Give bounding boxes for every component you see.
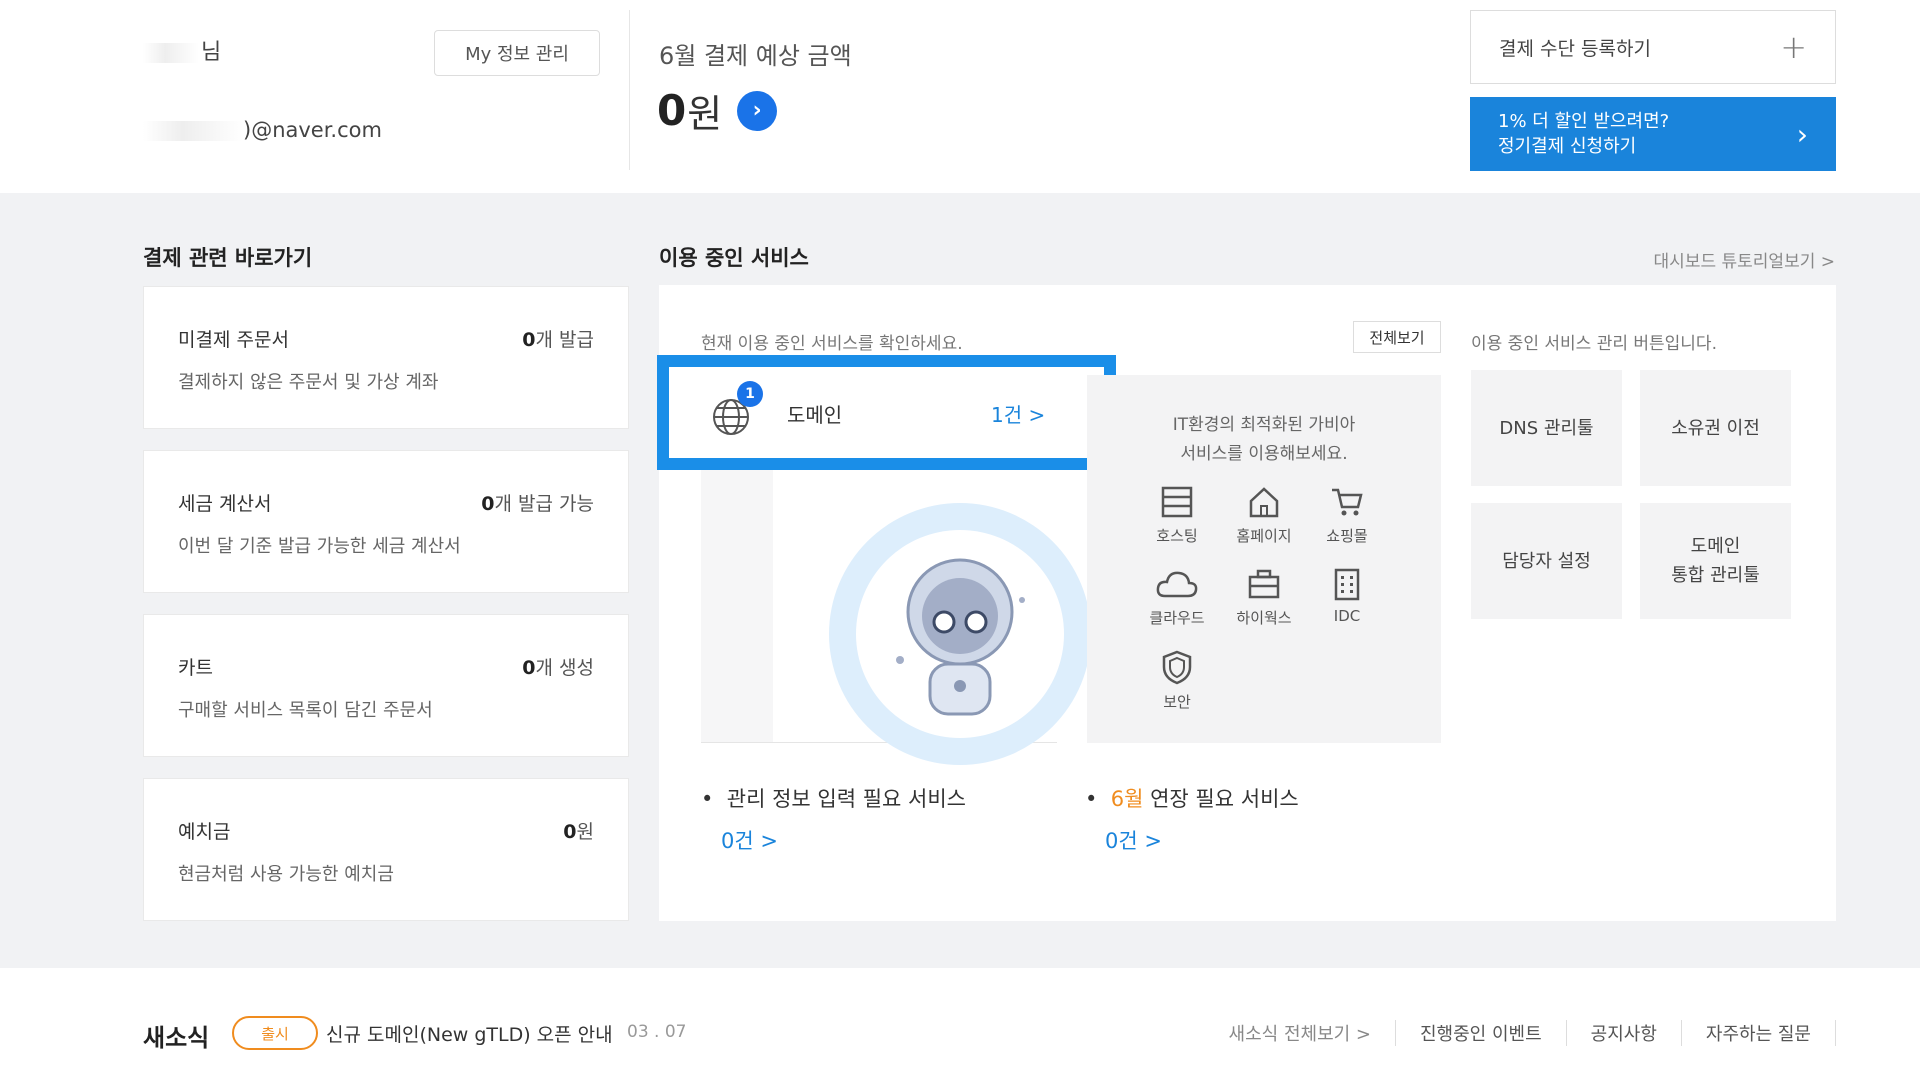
cloud-icon bbox=[1156, 571, 1198, 598]
card-deposit[interactable]: 예치금 0원 현금처럼 사용 가능한 예치금 bbox=[143, 778, 629, 921]
domain-label: 도메인 bbox=[787, 403, 843, 427]
briefcase-icon bbox=[1248, 569, 1280, 599]
redacted-email bbox=[143, 121, 243, 141]
discount-line-2: 정기결제 신청하기 bbox=[1498, 136, 1637, 157]
card-desc: 이번 달 기준 발급 가능한 세금 계산서 bbox=[178, 536, 461, 557]
subscription-discount-button[interactable]: 1% 더 할인 받으려면? 정기결제 신청하기 › bbox=[1470, 97, 1836, 171]
service-idc[interactable]: IDC bbox=[1307, 567, 1387, 625]
notices-link[interactable]: 공지사항 bbox=[1567, 1020, 1682, 1046]
dns-management-button[interactable]: DNS 관리툴 bbox=[1471, 370, 1622, 486]
info-required-count-link[interactable]: 0건 > bbox=[721, 825, 966, 855]
hosting-icon bbox=[1161, 486, 1193, 518]
shortcuts-title: 결제 관련 바로가기 bbox=[143, 246, 313, 270]
astronaut-icon bbox=[896, 558, 1025, 716]
management-hint: 이용 중인 서비스 관리 버튼입니다. bbox=[1471, 334, 1717, 354]
astronaut-mascot-image bbox=[829, 503, 1091, 765]
it-services-desc: IT환경의 최적화된 가비아 서비스를 이용해보세요. bbox=[1172, 415, 1356, 464]
renewal-required-label: • 6월 연장 필요 서비스 bbox=[1085, 787, 1299, 811]
service-security[interactable]: 보안 bbox=[1137, 649, 1217, 712]
payment-amount: 0 원 › bbox=[657, 83, 778, 138]
cart-icon bbox=[1332, 488, 1363, 516]
faq-link[interactable]: 자주하는 질문 bbox=[1682, 1020, 1836, 1046]
payment-amount-unit: 원 bbox=[687, 92, 723, 136]
services-title: 이용 중인 서비스 bbox=[659, 246, 809, 270]
service-hiworks[interactable]: 하이웍스 bbox=[1224, 567, 1304, 628]
register-payment-label: 결제 수단 등록하기 bbox=[1499, 37, 1651, 60]
news-links: 새소식 전체보기 > 진행중인 이벤트 공지사항 자주하는 질문 bbox=[1205, 1020, 1836, 1046]
ownership-transfer-button[interactable]: 소유권 이전 bbox=[1640, 370, 1791, 486]
domain-count-link[interactable]: 1건 > bbox=[991, 399, 1045, 428]
register-payment-button[interactable]: 결제 수단 등록하기 + bbox=[1470, 10, 1836, 84]
service-homepage[interactable]: 홈페이지 bbox=[1224, 485, 1304, 546]
server-icon bbox=[1334, 568, 1360, 601]
domain-integrated-management-button[interactable]: 도메인 통합 관리툴 bbox=[1640, 503, 1791, 619]
card-tax-invoice[interactable]: 세금 계산서 0개 발급 가능 이번 달 기준 발급 가능한 세금 계산서 bbox=[143, 450, 629, 593]
services-panel: 현재 이용 중인 서비스를 확인하세요. 전체보기 이용 중인 서비스 관리 버… bbox=[657, 285, 1836, 921]
service-hosting[interactable]: 호스팅 bbox=[1137, 485, 1217, 546]
card-label: 예치금 bbox=[178, 821, 231, 843]
dashboard-body: 결제 관련 바로가기 미결제 주문서 0개 발급 결제하지 않은 주문서 및 가상… bbox=[0, 193, 1920, 968]
card-desc: 구매할 서비스 목록이 담긴 주문서 bbox=[178, 700, 433, 721]
news-title: 새소식 bbox=[143, 1024, 210, 1052]
plus-icon: + bbox=[1780, 28, 1807, 66]
renewal-required-services: • 6월 연장 필요 서비스 0건 > bbox=[1085, 783, 1299, 855]
user-email: )@naver.com bbox=[143, 118, 382, 142]
card-label: 세금 계산서 bbox=[178, 493, 272, 515]
news-release-badge: 출시 bbox=[232, 1016, 318, 1050]
card-value: 0원 bbox=[563, 821, 594, 843]
payment-amount-value: 0 bbox=[657, 86, 686, 135]
discount-line-1: 1% 더 할인 받으려면? bbox=[1498, 111, 1670, 132]
news-all-link[interactable]: 새소식 전체보기 > bbox=[1205, 1020, 1396, 1046]
news-date: 03 . 07 bbox=[627, 1022, 687, 1042]
domain-count-badge: 1 bbox=[737, 381, 763, 407]
card-value: 0개 생성 bbox=[522, 657, 594, 679]
card-cart[interactable]: 카트 0개 생성 구매할 서비스 목록이 담긴 주문서 bbox=[143, 614, 629, 757]
service-shoppingmall[interactable]: 쇼핑몰 bbox=[1307, 485, 1387, 546]
redacted-name bbox=[143, 43, 199, 63]
service-cloud[interactable]: 클라우드 bbox=[1137, 567, 1217, 628]
user-email-suffix: )@naver.com bbox=[243, 118, 382, 142]
info-required-services: • 관리 정보 입력 필요 서비스 0건 > bbox=[701, 783, 966, 855]
discount-text: 1% 더 할인 받으려면? 정기결제 신청하기 bbox=[1498, 109, 1669, 159]
user-name-suffix: 님 bbox=[201, 40, 222, 65]
info-required-label: • 관리 정보 입력 필요 서비스 bbox=[701, 787, 966, 811]
shield-icon bbox=[1162, 650, 1192, 685]
card-label: 미결제 주문서 bbox=[178, 329, 289, 351]
renewal-required-count-link[interactable]: 0건 > bbox=[1105, 825, 1299, 855]
news-bar: 새소식 출시 신규 도메인(New gTLD) 오픈 안내 03 . 07 새소… bbox=[0, 968, 1920, 1080]
it-services-box: IT환경의 최적화된 가비아 서비스를 이용해보세요. 호스팅 홈페이지 쇼핑몰… bbox=[1087, 375, 1441, 743]
view-all-button[interactable]: 전체보기 bbox=[1353, 321, 1441, 353]
user-name: 님 bbox=[143, 34, 221, 66]
card-value: 0개 발급 가능 bbox=[481, 493, 594, 515]
chevron-right-icon: › bbox=[1796, 117, 1808, 151]
card-label: 카트 bbox=[178, 657, 213, 679]
tutorial-link[interactable]: 대시보드 튜토리얼보기 > bbox=[1654, 247, 1835, 272]
payment-title: 6월 결제 예상 금액 bbox=[659, 42, 852, 70]
my-info-button[interactable]: My 정보 관리 bbox=[434, 30, 600, 76]
events-link[interactable]: 진행중인 이벤트 bbox=[1396, 1020, 1567, 1046]
card-value: 0개 발급 bbox=[522, 329, 594, 351]
home-icon bbox=[1249, 487, 1279, 518]
account-header: 님 )@naver.com My 정보 관리 6월 결제 예상 금액 0 원 ›… bbox=[0, 0, 1920, 193]
manager-settings-button[interactable]: 담당자 설정 bbox=[1471, 503, 1622, 619]
card-desc: 현금처럼 사용 가능한 예치금 bbox=[178, 864, 394, 885]
services-hint: 현재 이용 중인 서비스를 확인하세요. bbox=[701, 334, 963, 354]
chevron-right-icon[interactable]: › bbox=[737, 90, 778, 131]
card-desc: 결제하지 않은 주문서 및 가상 계좌 bbox=[178, 372, 439, 393]
divider bbox=[629, 10, 630, 170]
news-headline-link[interactable]: 신규 도메인(New gTLD) 오픈 안내 bbox=[326, 1020, 613, 1047]
card-unpaid-orders[interactable]: 미결제 주문서 0개 발급 결제하지 않은 주문서 및 가상 계좌 bbox=[143, 286, 629, 429]
domain-service-row[interactable]: 1 도메인 1건 > bbox=[657, 355, 1116, 470]
